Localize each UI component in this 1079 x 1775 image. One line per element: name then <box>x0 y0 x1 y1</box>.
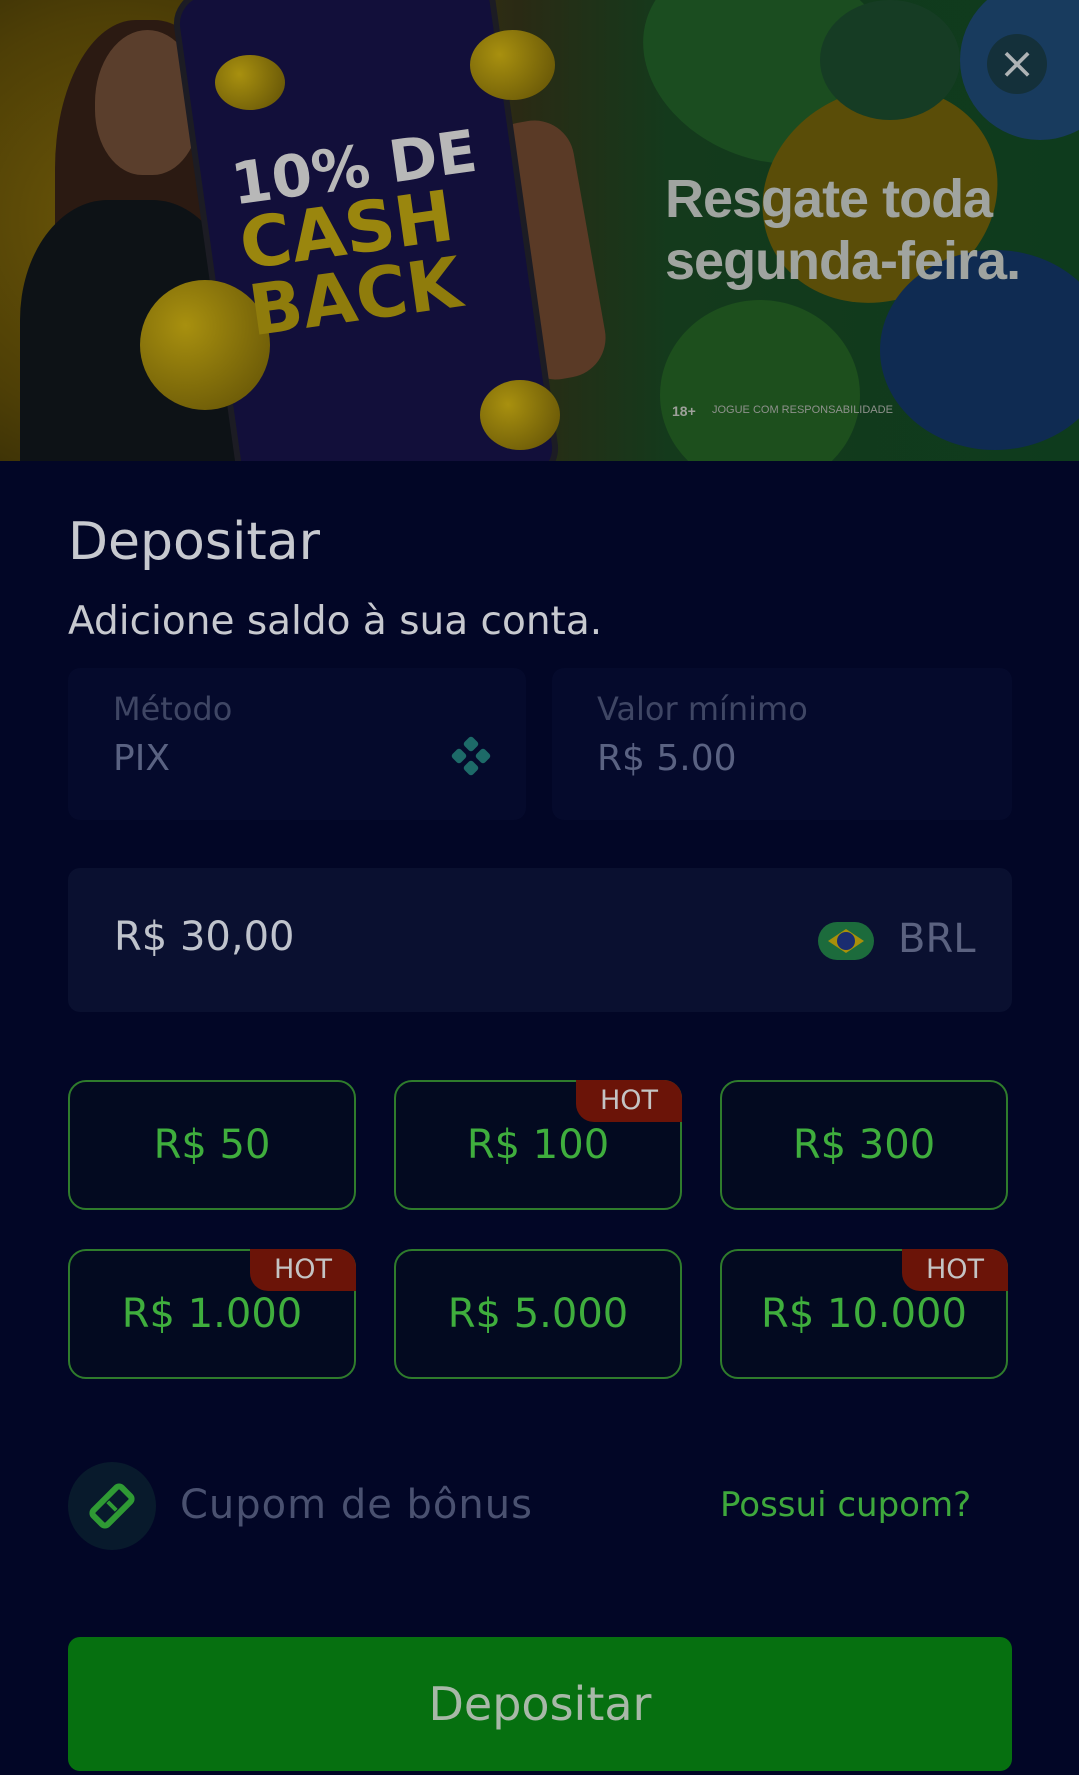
page-subtitle: Adicione saldo à sua conta. <box>68 599 603 644</box>
minimum-label: Valor mínimo <box>597 690 808 728</box>
quick-amount-button[interactable]: R$ 10.000 HOT <box>720 1249 1008 1379</box>
quick-amount-label: R$ 300 <box>792 1122 936 1168</box>
page-title: Depositar <box>68 512 321 572</box>
promo-banner[interactable]: 10% DE CASH BACK Resgate toda segunda-fe… <box>0 0 1079 461</box>
minimum-value: R$ 5.00 <box>597 738 737 779</box>
banner-tagline: Resgate toda segunda-feira. <box>665 169 1021 291</box>
quick-amount-button[interactable]: R$ 50 <box>68 1080 356 1210</box>
hot-badge: HOT <box>576 1080 682 1122</box>
close-button[interactable]: × <box>987 34 1047 94</box>
ticket-icon <box>68 1462 156 1550</box>
quick-amount-button[interactable]: R$ 1.000 HOT <box>68 1249 356 1379</box>
currency-code: BRL <box>898 916 976 962</box>
method-value: PIX <box>113 738 170 779</box>
flag-globe <box>837 932 855 950</box>
pix-icon <box>451 736 491 776</box>
quick-amount-button[interactable]: R$ 100 HOT <box>394 1080 682 1210</box>
banner-shape <box>820 0 960 120</box>
amount-value[interactable]: R$ 30,00 <box>114 914 294 960</box>
quick-amount-label: R$ 50 <box>153 1122 271 1168</box>
brazil-flag-icon <box>818 922 874 960</box>
hot-badge: HOT <box>250 1249 356 1291</box>
coupon-label: Cupom de bônus <box>180 1482 533 1528</box>
coin-icon <box>215 55 285 110</box>
ticket-icon-graphic <box>89 1483 135 1529</box>
quick-amount-label: R$ 100 <box>466 1122 610 1168</box>
deposit-button[interactable]: Depositar <box>68 1637 1012 1771</box>
quick-amount-label: R$ 5.000 <box>447 1291 629 1337</box>
quick-amount-button[interactable]: R$ 300 <box>720 1080 1008 1210</box>
close-icon: × <box>998 38 1036 89</box>
quick-amount-label: R$ 10.000 <box>761 1291 967 1337</box>
have-coupon-link[interactable]: Possui cupom? <box>720 1485 971 1525</box>
method-label: Método <box>113 690 233 728</box>
coin-icon <box>470 30 555 100</box>
payment-method-selector[interactable]: Método PIX <box>68 668 526 820</box>
minimum-amount-box: Valor mínimo R$ 5.00 <box>552 668 1012 820</box>
quick-amount-button[interactable]: R$ 5.000 <box>394 1249 682 1379</box>
coin-icon <box>480 380 560 450</box>
banner-shape <box>660 300 860 461</box>
responsible-gaming-notice: JOGUE COM RESPONSABILIDADE <box>712 404 893 416</box>
amount-input[interactable]: R$ 30,00 BRL <box>68 868 1012 1012</box>
quick-amount-label: R$ 1.000 <box>121 1291 303 1337</box>
age-rating-badge: 18+ <box>672 403 696 419</box>
cashback-headline: 10% DE CASH BACK <box>227 117 499 352</box>
hot-badge: HOT <box>902 1249 1008 1291</box>
